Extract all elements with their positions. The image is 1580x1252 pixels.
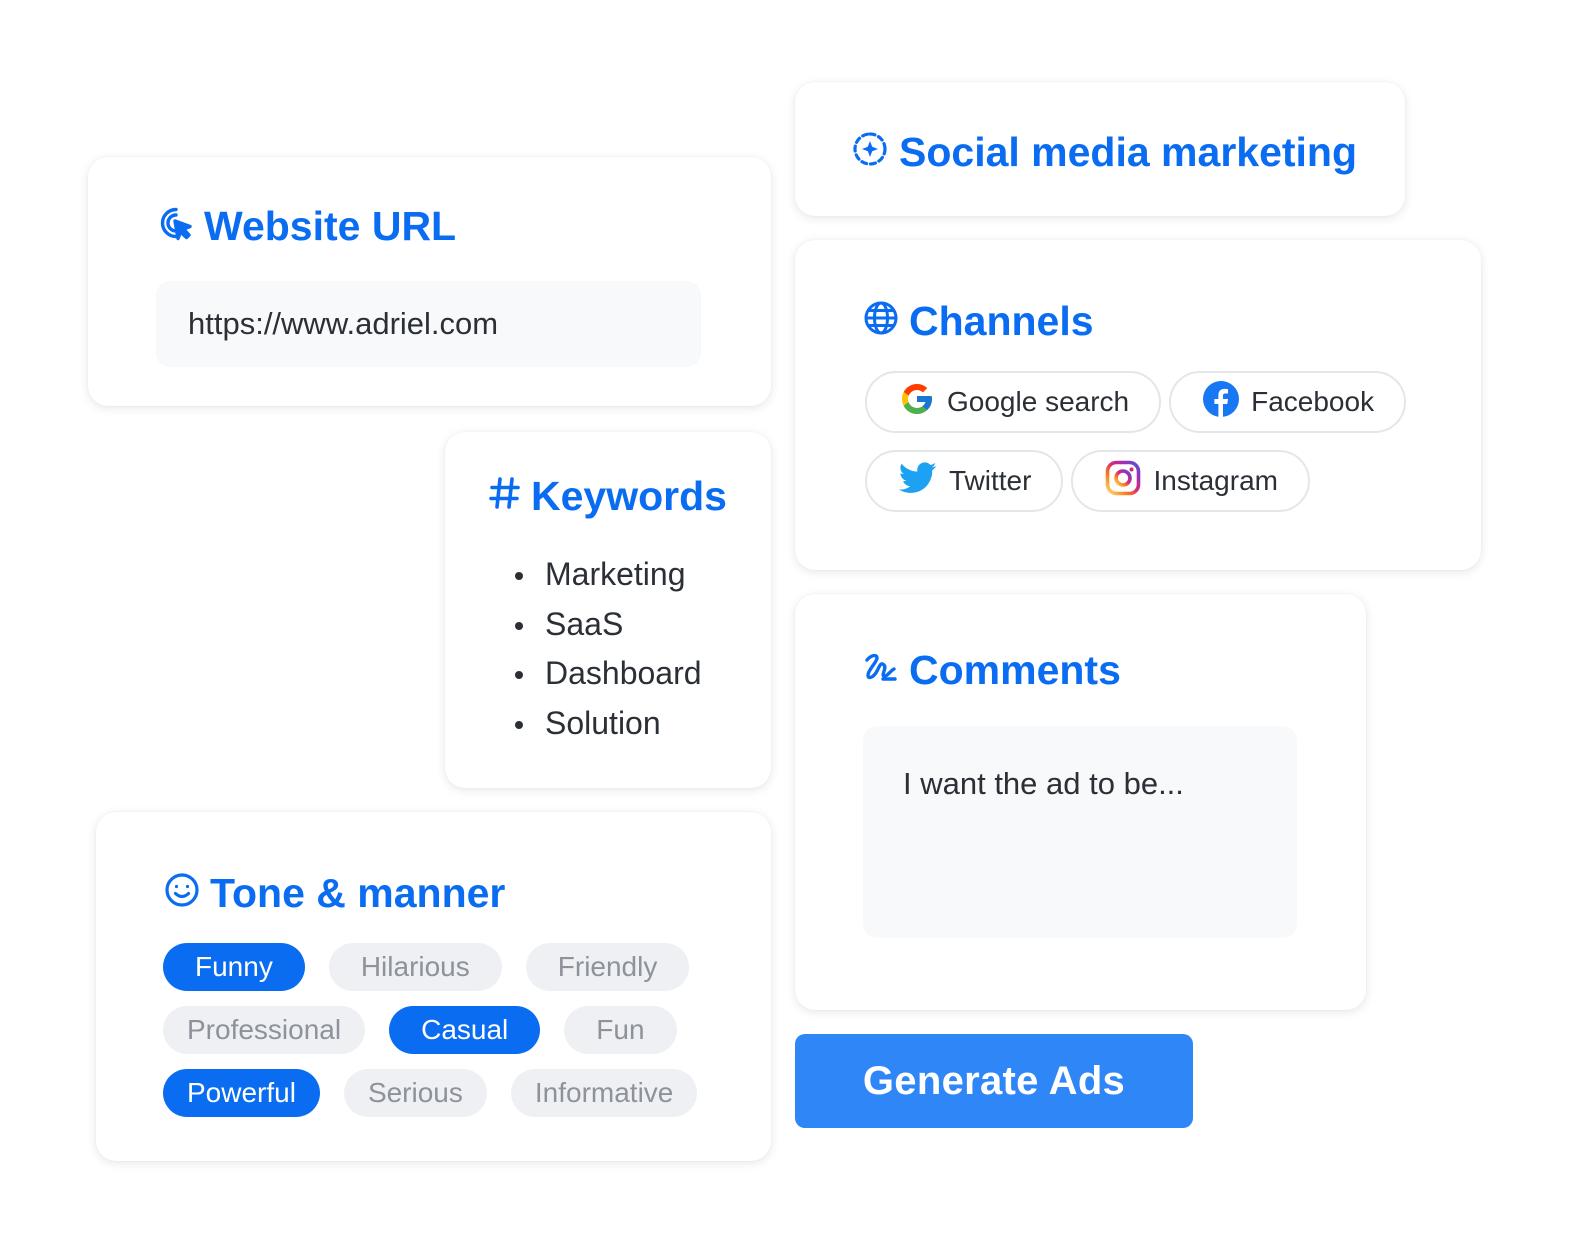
social-media-title: Social media marketing (851, 130, 1357, 175)
comments-title-text: Comments (909, 647, 1121, 693)
signature-icon (863, 650, 899, 691)
sparkle-circle-icon (851, 130, 889, 175)
channel-label: Instagram (1153, 465, 1278, 496)
channel-label: Facebook (1251, 386, 1375, 417)
hash-icon (489, 476, 521, 517)
instagram-icon (1105, 460, 1141, 503)
comments-card: Comments I want the ad to be... (795, 594, 1366, 1010)
channel-row: Google search Facebook (865, 371, 1407, 433)
tone-chip-informative[interactable]: Informative (510, 1069, 698, 1117)
tone-chip-professional[interactable]: Professional (163, 1006, 366, 1054)
website-url-input[interactable]: https://www.adriel.com (156, 281, 701, 367)
website-url-title-text: Website URL (204, 203, 457, 249)
website-url-title: Website URL (158, 205, 456, 248)
tone-chip-row: Professional Casual Fun (163, 1006, 677, 1054)
generate-ads-button[interactable]: Generate Ads (795, 1034, 1193, 1128)
tone-chip-funny[interactable]: Funny (163, 943, 305, 991)
website-url-card: Website URL https://www.adriel.com (88, 157, 771, 406)
channel-row: Twitter Instagram (865, 450, 1310, 512)
tone-chip-hilarious[interactable]: Hilarious (328, 943, 502, 991)
channels-card: Channels Google search Facebook Twitter … (795, 240, 1481, 570)
comments-title: Comments (863, 650, 1121, 691)
keyword-item: Dashboard (515, 649, 702, 699)
tone-chip-row: Funny Hilarious Friendly (163, 943, 690, 991)
keywords-title: Keywords (489, 476, 727, 517)
channel-instagram[interactable]: Instagram (1071, 450, 1310, 512)
globe-icon (863, 300, 899, 343)
tone-chip-row: Powerful Serious Informative (163, 1069, 698, 1117)
channel-google-search[interactable]: Google search (865, 371, 1162, 433)
tone-title: Tone & manner (164, 872, 505, 915)
tone-chip-powerful[interactable]: Powerful (163, 1069, 320, 1117)
channel-label: Twitter (949, 465, 1032, 496)
facebook-icon (1203, 380, 1240, 424)
keyword-item: Marketing (515, 550, 702, 600)
twitter-icon (898, 461, 937, 501)
social-media-title-text: Social media marketing (899, 129, 1358, 175)
keyword-item: Solution (515, 699, 702, 749)
keywords-card: Keywords Marketing SaaS Dashboard Soluti… (445, 432, 771, 788)
keywords-title-text: Keywords (531, 473, 727, 519)
tone-chip-casual[interactable]: Casual (389, 1006, 541, 1054)
tone-title-text: Tone & manner (210, 870, 506, 916)
google-icon (899, 381, 935, 424)
channel-label: Google search (947, 386, 1130, 417)
smiley-icon (164, 872, 200, 915)
social-media-card: Social media marketing (795, 82, 1405, 216)
channels-title-text: Channels (909, 298, 1094, 344)
keyword-item: SaaS (515, 600, 702, 650)
tone-chip-fun[interactable]: Fun (564, 1006, 677, 1054)
channel-twitter[interactable]: Twitter (865, 450, 1064, 512)
cursor-click-icon (158, 205, 194, 248)
tone-card: Tone & manner Funny Hilarious Friendly P… (96, 812, 771, 1161)
keywords-list: Marketing SaaS Dashboard Solution (515, 550, 702, 748)
channels-title: Channels (863, 300, 1094, 343)
channel-facebook[interactable]: Facebook (1169, 371, 1407, 433)
tone-chip-friendly[interactable]: Friendly (525, 943, 690, 991)
tone-chip-serious[interactable]: Serious (343, 1069, 487, 1117)
comments-textarea[interactable]: I want the ad to be... (863, 726, 1297, 938)
